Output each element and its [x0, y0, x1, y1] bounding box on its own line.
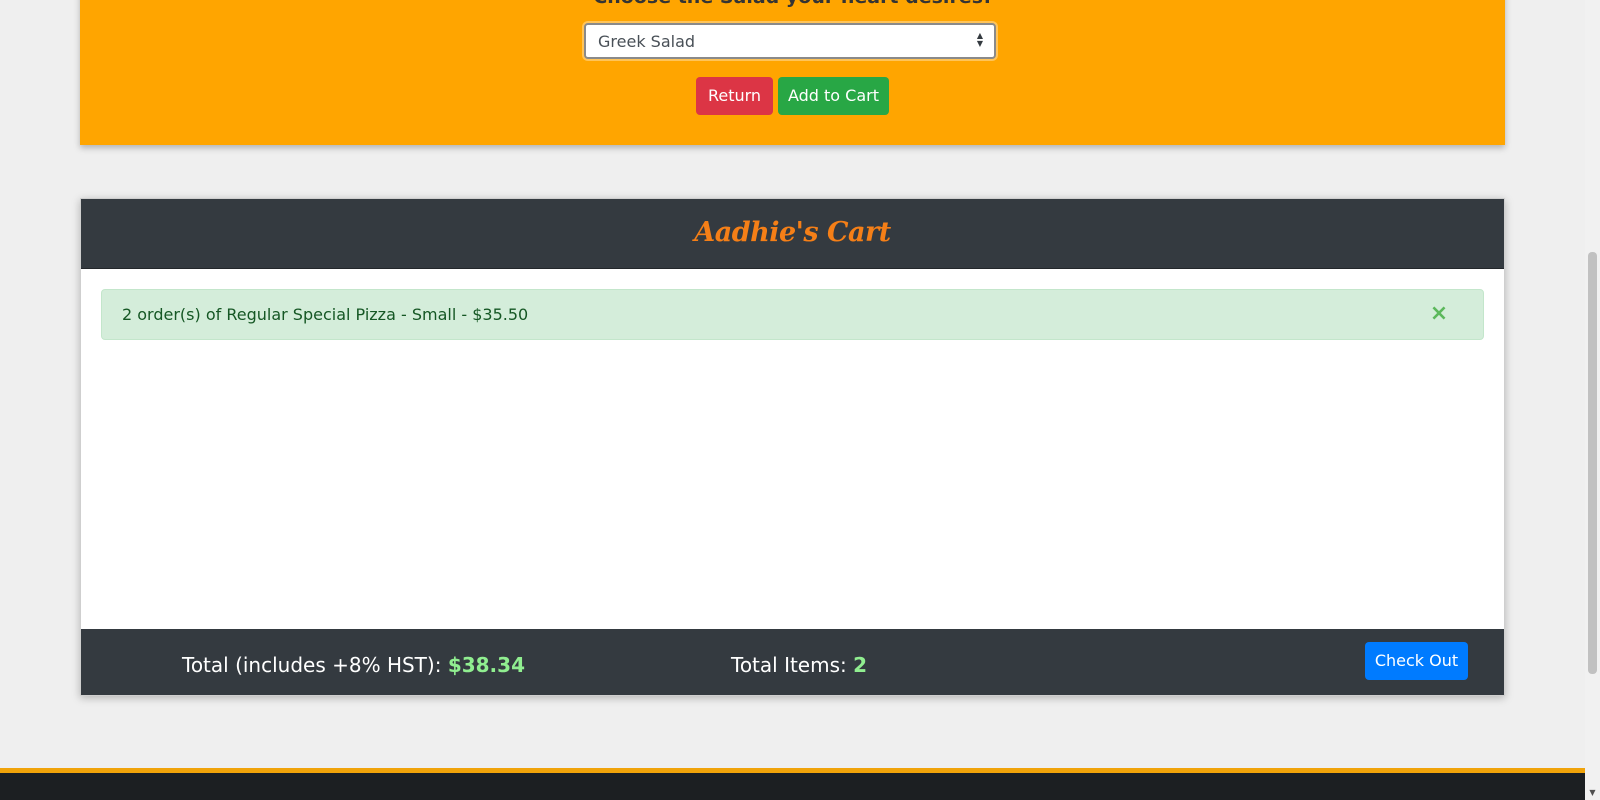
cart-header: Aadhie's Cart [81, 199, 1504, 269]
cart-total: Total (includes +8% HST): $38.34 [182, 653, 525, 677]
cart-items-label: Total Items: [731, 653, 854, 677]
close-icon[interactable]: × [1429, 300, 1449, 328]
scrollbar-thumb[interactable] [1588, 252, 1597, 674]
select-arrows-icon: ▲ ▼ [976, 31, 984, 48]
cart-total-label: Total (includes +8% HST): [182, 653, 448, 677]
cart-items-value: 2 [853, 653, 868, 677]
cart-title: Aadhie's Cart [694, 217, 891, 248]
vertical-scrollbar[interactable]: ▼ [1585, 0, 1600, 800]
cart-body: 2 order(s) of Regular Special Pizza - Sm… [81, 269, 1504, 631]
salad-select-value: Greek Salad [598, 32, 696, 51]
scroll-down-arrow-icon[interactable]: ▼ [1588, 788, 1597, 797]
salad-selection-panel: Choose the Salad your heart desires! Gre… [80, 0, 1505, 145]
cart-card: Aadhie's Cart 2 order(s) of Regular Spec… [80, 198, 1505, 696]
cart-items-count: Total Items: 2 [731, 653, 867, 677]
salad-select[interactable]: Greek Salad ▲ ▼ [584, 23, 996, 59]
checkout-button[interactable]: Check Out [1365, 642, 1468, 680]
selection-heading: Choose the Salad your heart desires! [80, 0, 1505, 10]
cart-total-value: $38.34 [447, 653, 525, 677]
cart-footer: Total (includes +8% HST): $38.34 Total I… [81, 629, 1504, 695]
return-button[interactable]: Return [696, 77, 773, 115]
add-to-cart-button[interactable]: Add to Cart [778, 77, 889, 115]
cart-item: 2 order(s) of Regular Special Pizza - Sm… [101, 289, 1484, 340]
page: Choose the Salad your heart desires! Gre… [0, 0, 1600, 800]
cart-item-text: 2 order(s) of Regular Special Pizza - Sm… [122, 305, 529, 324]
page-footer [0, 768, 1585, 800]
